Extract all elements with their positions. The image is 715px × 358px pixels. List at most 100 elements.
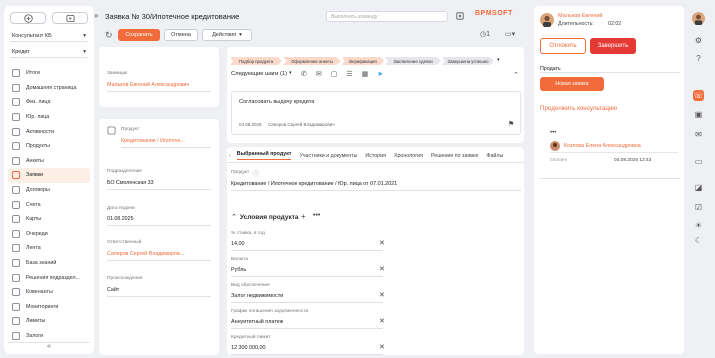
clear-icon[interactable]: ✕	[379, 291, 385, 299]
condition-value[interactable]: Аннуитетный платеж	[231, 319, 283, 325]
client-name[interactable]: Мальков Евгений	[558, 13, 602, 19]
dark-theme-icon[interactable]: ☾	[693, 235, 704, 246]
sidebar-item[interactable]: Карты	[8, 212, 90, 227]
view-settings-icon[interactable]: ▭▾	[505, 30, 515, 38]
continue-consultation-link[interactable]: Продолжить консультацию	[540, 105, 617, 112]
section-select-value: Кредит	[12, 48, 31, 55]
calendar-icon[interactable]: ▦	[362, 70, 369, 78]
sidebar-item[interactable]: Физ. лица	[8, 95, 90, 110]
sidebar-item[interactable]: Заявки	[8, 168, 90, 183]
actions-button[interactable]: Действия ▾	[202, 29, 252, 41]
sidebar-item-icon	[12, 259, 20, 268]
messages-icon[interactable]: ▣	[693, 109, 704, 120]
tab-participants[interactable]: Участники и документы	[299, 153, 357, 159]
borrower-link[interactable]: Мальков Евгений Александрович	[107, 82, 189, 88]
flag-icon[interactable]: ⚑	[508, 120, 514, 128]
sidebar-item[interactable]: Мониторинги	[8, 300, 90, 315]
new-request-button[interactable]: Новая заявка	[540, 77, 604, 91]
more-icon[interactable]: •••	[313, 212, 320, 219]
refresh-icon[interactable]: ↻	[105, 30, 113, 41]
cancel-button[interactable]: Отмена	[164, 29, 198, 41]
clear-icon[interactable]: ✕	[379, 343, 385, 351]
tab-product[interactable]: Выбранный продукт	[236, 151, 292, 160]
sidebar-item[interactable]: Итоги	[8, 66, 90, 81]
divider	[231, 250, 383, 251]
submit-date-value[interactable]: 01.08.2025	[107, 216, 134, 222]
stage-step[interactable]: Оформление анкеты	[283, 57, 341, 65]
chat-icon[interactable]: ▭	[693, 156, 704, 167]
more-icon[interactable]: •••	[550, 130, 556, 136]
clear-icon[interactable]: ✕	[379, 317, 385, 325]
condition-value[interactable]: 12 300 000,00	[231, 345, 265, 351]
gear-icon[interactable]: ⚙	[693, 35, 704, 46]
chevron-double-right-icon[interactable]: »	[94, 11, 98, 20]
field-label: Дата подачи	[107, 206, 135, 211]
collapse-sidebar-button[interactable]: «	[8, 342, 90, 350]
telegram-icon[interactable]: ➤	[377, 70, 383, 78]
clear-icon[interactable]: ✕	[379, 265, 385, 273]
department-value: БО Смоленская 33	[107, 180, 154, 186]
condition-value[interactable]: 14,00	[231, 241, 245, 247]
sidebar-item[interactable]: Активности	[8, 124, 90, 139]
email-icon[interactable]: ✉	[693, 129, 704, 140]
stage-step[interactable]: Подбор продукта	[230, 57, 282, 65]
tasks-icon[interactable]: ☑	[693, 202, 704, 213]
sidebar-item[interactable]: База знаний	[8, 256, 90, 271]
postpone-button[interactable]: Отложить	[540, 38, 586, 54]
add-condition-icon[interactable]: +	[301, 212, 306, 221]
sidebar-item[interactable]: Юр. лица	[8, 110, 90, 125]
save-button[interactable]: Сохранить	[118, 29, 160, 41]
run-command-icon[interactable]	[456, 12, 464, 22]
sidebar-item[interactable]: Ковенанты	[8, 285, 90, 300]
finish-button[interactable]: Завершить	[590, 38, 636, 54]
sidebar-item[interactable]: Счета	[8, 197, 90, 212]
section-select[interactable]: Кредит ▾	[10, 46, 88, 58]
email-icon[interactable]: ✉	[316, 70, 322, 78]
consultant-link[interactable]: Козлова Елена Александровна	[564, 143, 641, 149]
chevron-down-icon[interactable]: ▾	[289, 70, 292, 76]
play-button[interactable]	[52, 12, 88, 24]
owner-link[interactable]: Саперов Сергей Владимиров...	[107, 251, 184, 257]
consultation-icon[interactable]: ☏	[693, 90, 704, 101]
chat-icon[interactable]: ▢	[331, 70, 338, 78]
condition-value[interactable]: Рубль	[231, 267, 246, 273]
tab-history[interactable]: История	[365, 153, 386, 159]
light-theme-icon[interactable]: ☀	[693, 220, 704, 231]
phone-icon[interactable]: ✆	[301, 70, 307, 78]
sidebar-item[interactable]: Очереди	[8, 227, 90, 242]
origin-value[interactable]: Сайт	[107, 287, 119, 293]
account-select[interactable]: Консультант КБ ▾	[10, 30, 88, 42]
condition-value[interactable]: Залог недвижимости	[231, 293, 283, 299]
stage-step[interactable]: Верификация	[342, 57, 384, 65]
command-input[interactable]: Выполнить команду	[326, 11, 448, 22]
feed-icon[interactable]: ◪	[693, 182, 704, 193]
stage-step[interactable]: Завершена успешно	[442, 57, 494, 65]
sidebar-item[interactable]: Лимиты	[8, 314, 90, 329]
product-link[interactable]: Кредитование / Ипотечн...	[121, 138, 185, 144]
stage-more-icon[interactable]: ▾	[497, 57, 500, 65]
sidebar-item[interactable]: Решения подраздел...	[8, 270, 90, 285]
sidebar-item[interactable]: Договоры	[8, 183, 90, 198]
tab-files[interactable]: Файлы	[486, 153, 503, 159]
sidebar-item[interactable]: Домашняя страница	[8, 81, 90, 96]
clear-icon[interactable]: ✕	[379, 239, 385, 247]
sidebar-item[interactable]: Анкеты	[8, 154, 90, 169]
help-icon[interactable]: ?	[693, 53, 704, 64]
tab-prev-icon[interactable]: ‹	[229, 153, 231, 159]
user-avatar[interactable]	[692, 12, 705, 27]
add-button[interactable]	[10, 12, 46, 24]
chevron-up-icon[interactable]: ⌃	[231, 213, 237, 221]
tab-decision[interactable]: Решение по заявке	[431, 153, 478, 159]
sidebar-item[interactable]: Лента	[8, 241, 90, 256]
notifications-counter[interactable]: ◷1	[480, 30, 490, 38]
product-value: Кредитование / Ипотечное кредитование / …	[231, 181, 398, 187]
task-title[interactable]: Согласовать выдачу кредита	[239, 99, 314, 105]
account-select-value: Консультант КБ	[12, 32, 52, 39]
collapse-steps-icon[interactable]: ⌃	[513, 71, 519, 79]
task-card[interactable]: Согласовать выдачу кредита 04.08.2025 Са…	[231, 91, 521, 135]
sidebar-item[interactable]: Продукты	[8, 139, 90, 154]
document-icon[interactable]: ☰	[346, 70, 352, 78]
stage-step[interactable]: Заключение сделки	[385, 57, 441, 65]
tab-chronology[interactable]: Хронология	[394, 153, 423, 159]
task-owner: Саперов Сергей Владимирович	[268, 122, 335, 127]
